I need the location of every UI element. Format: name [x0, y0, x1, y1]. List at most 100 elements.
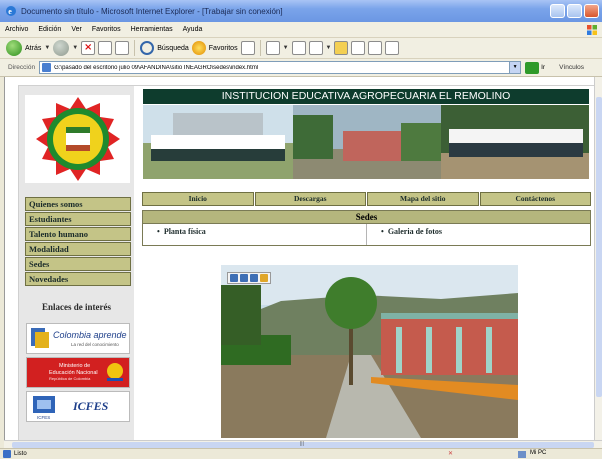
icfes-link[interactable]: ICFES ICFES [26, 391, 130, 422]
edit-icon[interactable] [308, 41, 323, 55]
maximize-button[interactable] [567, 4, 582, 18]
left-sidebar: Quienes somos Estudiantes Talento humano… [19, 86, 134, 440]
banner-photos [143, 105, 589, 179]
print-image-icon[interactable] [240, 274, 248, 282]
side-menu-quienes-somos[interactable]: Quienes somos [25, 197, 131, 211]
menu-ver[interactable]: Ver [66, 26, 87, 33]
nav-descargas[interactable]: Descargas [254, 192, 366, 206]
horizontal-scrollbar[interactable]: ||| [4, 440, 602, 448]
window-controls [550, 4, 599, 18]
colombia-aprende-link[interactable]: Colombia aprende La red del conocimiento [26, 323, 130, 354]
messenger-icon[interactable] [351, 41, 366, 55]
edit-dropdown-icon[interactable]: ▼ [326, 45, 332, 51]
address-dropdown-icon[interactable]: ▼ [509, 62, 521, 73]
address-label: Dirección [8, 64, 36, 71]
colombia-aprende-logo: Colombia aprende La red del conocimiento [31, 328, 127, 348]
research-icon[interactable] [368, 41, 383, 55]
back-button-label[interactable]: Atrás [25, 45, 41, 52]
computer-zone-icon [518, 451, 526, 458]
nav-mapa-del-sitio[interactable]: Mapa del sitio [367, 192, 479, 206]
menu-bar: Archivo Edición Ver Favoritos Herramient… [0, 22, 602, 38]
ministerio-educacion-link[interactable]: Ministerio de Educación Nacional Repúbli… [26, 357, 130, 388]
stop-icon[interactable]: × [81, 41, 96, 55]
refresh-icon[interactable] [98, 41, 113, 55]
vertical-scroll-thumb[interactable] [596, 97, 602, 397]
email-image-icon[interactable] [250, 274, 258, 282]
menu-favoritos[interactable]: Favoritos [87, 26, 126, 33]
menu-archivo[interactable]: Archivo [0, 26, 33, 33]
campus-photo [221, 265, 518, 438]
address-input[interactable]: G:\pasado del escritorio julio 09\AFANDI… [39, 61, 522, 74]
go-button-label[interactable]: Ir [541, 64, 545, 71]
home-icon[interactable] [115, 41, 130, 55]
links-button[interactable]: Vínculos [559, 64, 584, 71]
side-menu-modalidad[interactable]: Modalidad [25, 242, 131, 256]
save-image-icon[interactable] [230, 274, 238, 282]
sedes-cell-left: • Planta física [143, 224, 367, 245]
sedes-links: • Planta física • Galeria de fotos [143, 224, 590, 245]
mail-dropdown-icon[interactable]: ▼ [283, 45, 289, 51]
vertical-scrollbar[interactable] [594, 77, 602, 440]
favorites-button-label[interactable]: Favoritos [209, 45, 238, 52]
crest-icon [35, 97, 120, 181]
minimize-button[interactable] [550, 4, 565, 18]
forward-dropdown-icon[interactable]: ▼ [72, 45, 78, 51]
scroll-grip-icon: ||| [300, 441, 304, 447]
menu-edicion[interactable]: Edición [33, 26, 66, 33]
folder-icon[interactable] [334, 41, 349, 55]
icfes-small-text: ICFES [37, 415, 50, 420]
page-icon [42, 63, 52, 72]
zone-text: Mi PC [530, 450, 547, 456]
ministerio-educacion-logo: Ministerio de Educación Nacional Repúbli… [27, 358, 129, 387]
sedes-cell-right: • Galeria de fotos [367, 224, 590, 245]
address-value[interactable]: G:\pasado del escritorio julio 09\AFANDI… [54, 65, 258, 71]
men-text-3: República de Colombia [49, 376, 91, 381]
search-button-label[interactable]: Búsqueda [157, 45, 189, 52]
address-bar: Dirección G:\pasado del escritorio julio… [0, 59, 602, 77]
close-button[interactable] [584, 4, 599, 18]
status-bar: Listo ✕ Mi PC [0, 448, 602, 459]
side-menu-estudiantes[interactable]: Estudiantes [25, 212, 131, 226]
image-toolbar [227, 272, 271, 284]
sedes-panel: Sedes • Planta física • Galeria de fotos [142, 210, 591, 246]
galeria-de-fotos-link[interactable]: Galeria de fotos [388, 227, 442, 236]
mail-icon[interactable] [265, 41, 280, 55]
bullet-icon: • [381, 227, 388, 236]
title-bar: e Documento sin título - Microsoft Inter… [0, 0, 602, 22]
windows-flag-icon [587, 25, 597, 35]
favorites-star-icon[interactable] [191, 41, 206, 55]
print-icon[interactable] [291, 41, 306, 55]
top-nav: Inicio Descargas Mapa del sitio Contácte… [142, 192, 591, 206]
page-frame: Quienes somos Estudiantes Talento humano… [18, 85, 594, 440]
nav-contactenos[interactable]: Contáctenos [479, 192, 591, 206]
back-arrow-icon[interactable] [6, 40, 22, 56]
side-menu-talento-humano[interactable]: Talento humano [25, 227, 131, 241]
window-title: Documento sin título - Microsoft Interne… [21, 6, 283, 16]
page-viewport: Quienes somos Estudiantes Talento humano… [4, 77, 594, 440]
side-menu-sedes[interactable]: Sedes [25, 257, 131, 271]
back-dropdown-icon[interactable]: ▼ [44, 45, 50, 51]
toolbar-separator [134, 40, 136, 56]
nav-inicio[interactable]: Inicio [142, 192, 254, 206]
menu-ayuda[interactable]: Ayuda [178, 26, 208, 33]
search-icon[interactable] [140, 41, 155, 55]
icfes-logo: ICFES ICFES [33, 396, 109, 420]
open-folder-icon[interactable] [260, 274, 268, 282]
school-crest-logo [25, 95, 130, 183]
menu-herramientas[interactable]: Herramientas [126, 26, 178, 33]
forward-arrow-icon[interactable] [53, 40, 70, 56]
side-menu-novedades[interactable]: Novedades [25, 272, 131, 286]
page-status-icon [3, 450, 11, 458]
sedes-header: Sedes [143, 211, 590, 224]
go-arrow-icon[interactable] [525, 61, 540, 74]
planta-fisica-link[interactable]: Planta física [164, 227, 206, 236]
enlaces-title: Enlaces de interés [42, 302, 111, 312]
history-icon[interactable] [240, 41, 255, 55]
toolbar-separator [259, 40, 261, 56]
svg-text:e: e [8, 7, 12, 16]
blocked-icon: ✕ [448, 451, 454, 457]
status-text: Listo [14, 451, 27, 457]
men-text-1: Ministerio de [59, 363, 90, 369]
people-icon[interactable] [385, 41, 400, 55]
bullet-icon: • [157, 227, 164, 236]
